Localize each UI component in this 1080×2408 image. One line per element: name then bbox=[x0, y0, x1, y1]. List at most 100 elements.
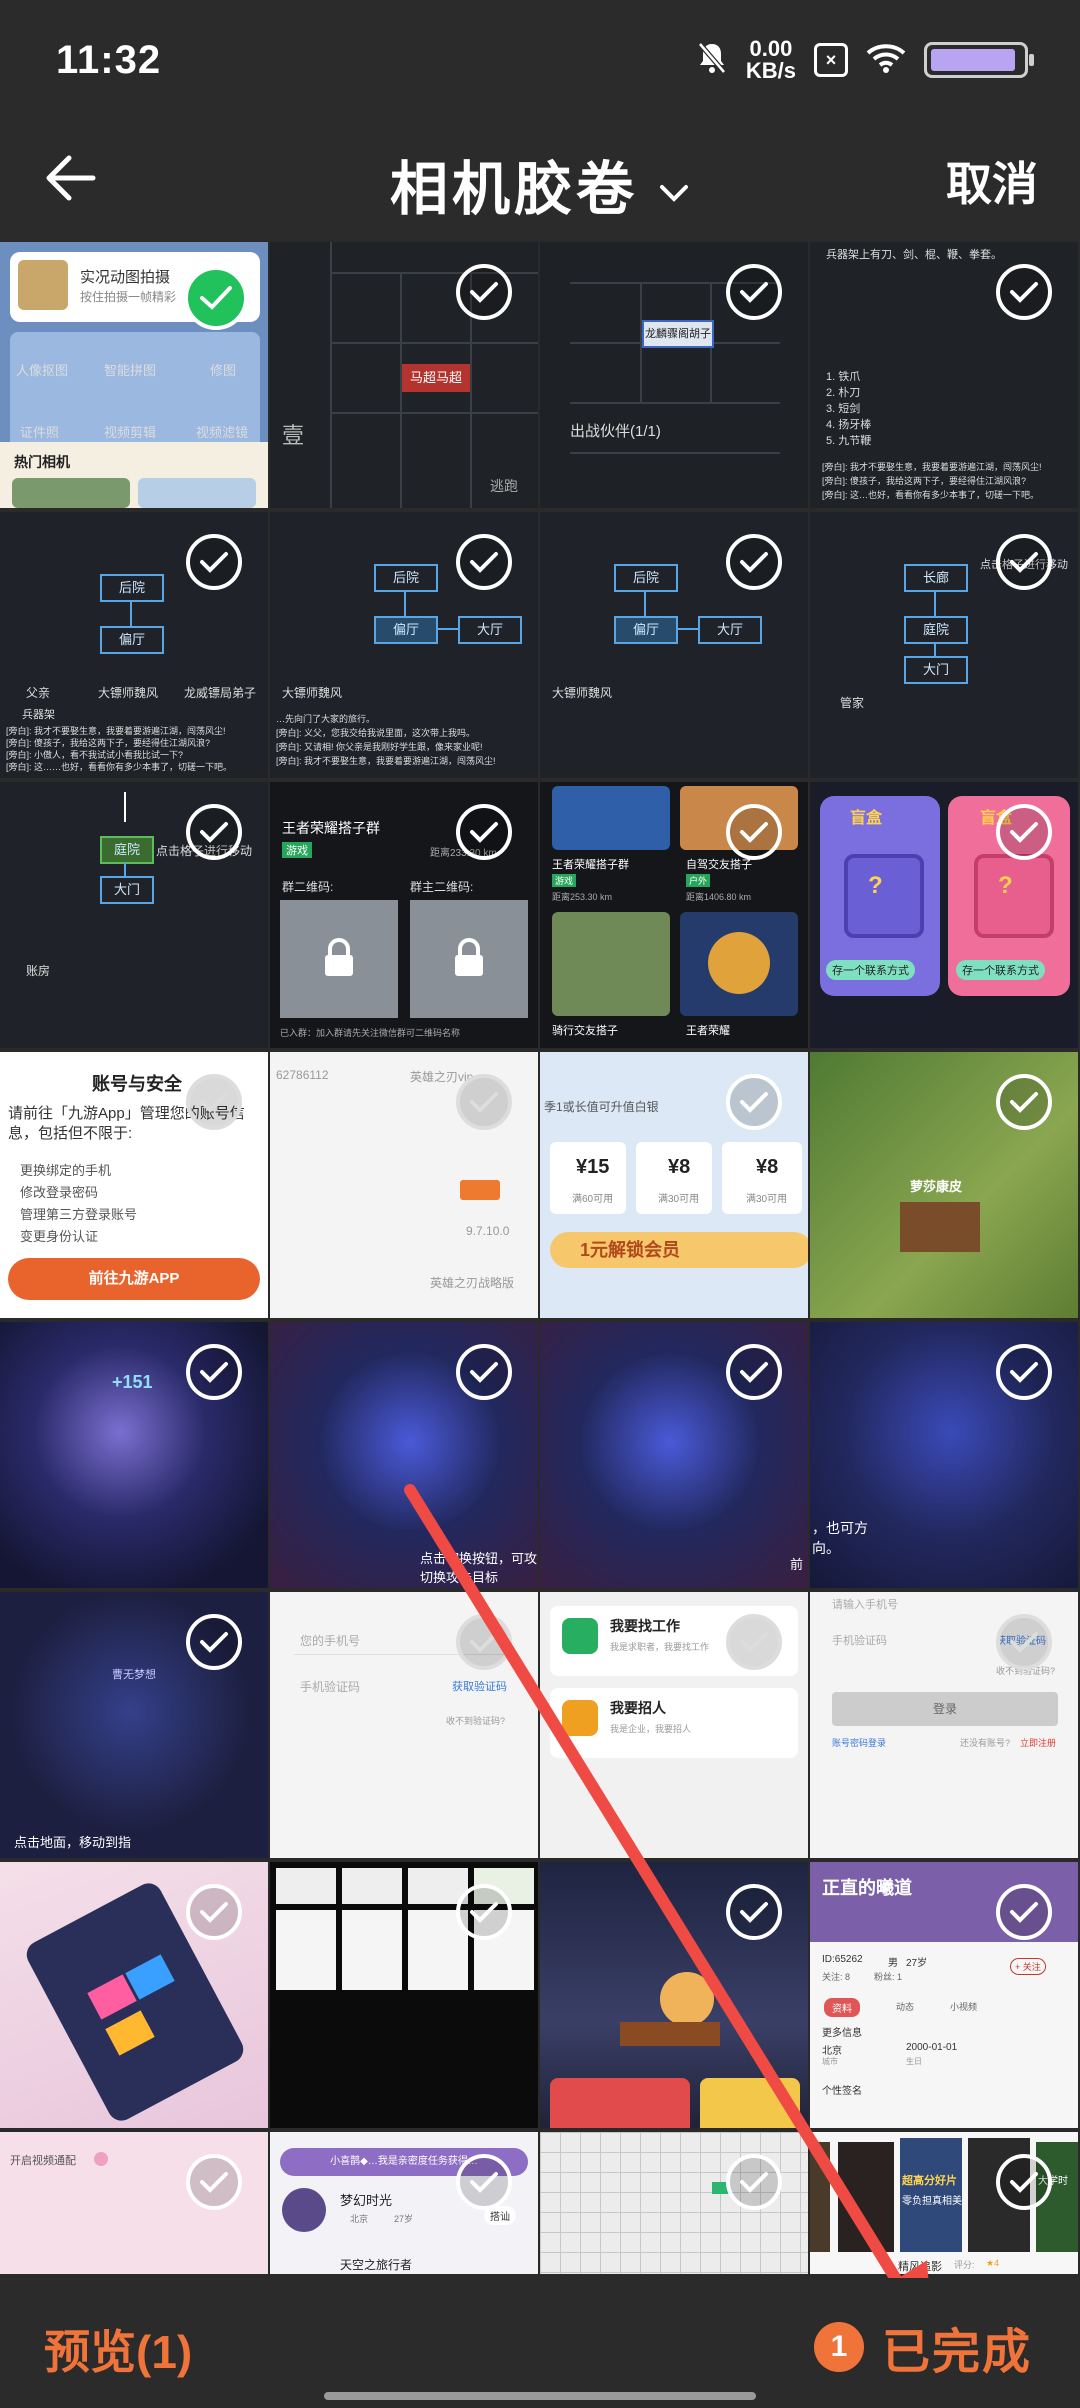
photo-thumbnail-12[interactable]: 盲盒 盲盒 ? ? 存一个联系方式 存一个联系方式 bbox=[810, 782, 1078, 1048]
thumb-text: 3. 短剑 bbox=[826, 403, 861, 415]
thumb-text: 大镖师魏风 bbox=[282, 686, 343, 700]
photo-thumbnail-5[interactable]: 后院 偏厅 父亲 大镖师魏风 龙威镖局弟子 兵器架 [旁白]: 我才不要娶生意，… bbox=[0, 512, 268, 778]
thumb-text: 骑行交友搭子 bbox=[552, 1025, 618, 1037]
photo-thumbnail-32[interactable]: 超高分好片 零负担真相美 大学时 精风追影 评分: ★4 bbox=[810, 2132, 1078, 2274]
selection-check-icon[interactable] bbox=[456, 1614, 512, 1670]
thumb-text: 评分: bbox=[954, 2260, 975, 2270]
thumb-text: 粉丝: 1 bbox=[874, 1972, 903, 1982]
selection-check-icon[interactable] bbox=[186, 1614, 242, 1670]
photo-thumbnail-31[interactable] bbox=[540, 2132, 808, 2274]
selection-check-icon[interactable] bbox=[456, 1344, 512, 1400]
selection-check-icon[interactable] bbox=[726, 1344, 782, 1400]
thumb-text: 开启视频通配 bbox=[10, 2155, 76, 2167]
photo-thumbnail-8[interactable]: 长廊 庭院 大门 点击格子进行移动 管家 bbox=[810, 512, 1078, 778]
selection-check-icon[interactable] bbox=[726, 2154, 782, 2210]
thumb-text: 群主二维码: bbox=[410, 880, 474, 894]
thumb-text: 手机验证码 bbox=[832, 1635, 887, 1647]
album-selector[interactable]: 相机胶卷 bbox=[0, 142, 1080, 226]
selection-check-icon[interactable] bbox=[996, 1884, 1052, 1940]
thumb-text: 4. 扬牙棒 bbox=[826, 419, 872, 431]
home-indicator[interactable] bbox=[324, 2392, 756, 2400]
photo-thumbnail-4[interactable]: 兵器架上有刀、剑、棍、鞭、拳套。 1. 铁爪 2. 朴刀 3. 短剑 4. 扬牙… bbox=[810, 242, 1078, 508]
thumb-text: + 关注 bbox=[1010, 1958, 1046, 1975]
selection-check-icon[interactable] bbox=[456, 804, 512, 860]
selection-check-icon[interactable] bbox=[186, 534, 242, 590]
selection-check-icon[interactable] bbox=[186, 2154, 242, 2210]
selection-check-icon[interactable] bbox=[996, 2154, 1052, 2210]
thumb-text: 您的手机号 bbox=[300, 1634, 361, 1648]
thumb-text: 27岁 bbox=[394, 2214, 414, 2224]
photo-thumbnail-27[interactable] bbox=[540, 1862, 808, 2128]
map-cell: 长廊 bbox=[904, 564, 968, 592]
photo-thumbnail-6[interactable]: 后院 偏厅 大厅 大镖师魏风 …先向门了大家的旅行。 [旁白]: 义父，您我交给… bbox=[270, 512, 538, 778]
thumb-text: [旁白]: 义父，您我交给我说里面，这次带上我吗。 bbox=[276, 728, 476, 738]
selection-check-icon[interactable] bbox=[456, 264, 512, 320]
photo-thumbnail-22[interactable]: 您的手机号 手机验证码 获取验证码 收不到验证码? bbox=[270, 1592, 538, 1858]
selection-check-icon[interactable] bbox=[726, 534, 782, 590]
thumb-text: 1元解锁会员 bbox=[550, 1232, 808, 1268]
photo-thumbnail-13[interactable]: 账号与安全 请前往「九游App」管理您的账号信息，包括但不限于: 更换绑定的手机… bbox=[0, 1052, 268, 1318]
thumb-text: [旁白]: 傻孩子，我给这两下子，要经得住江湖风浪? bbox=[822, 476, 1027, 486]
selection-check-icon[interactable] bbox=[996, 534, 1052, 590]
photo-thumbnail-28[interactable]: 正直的曦道 ID:65262 男 27岁 关注: 8 粉丝: 1 + 关注 资料… bbox=[810, 1862, 1078, 2128]
photo-thumbnail-14[interactable]: 62786112 英雄之刃vip 9.7.10.0 英雄之刃战略版 bbox=[270, 1052, 538, 1318]
preview-button[interactable]: 预览(1) bbox=[44, 2316, 192, 2382]
done-button-group[interactable]: 1 已完成 bbox=[813, 2312, 1032, 2382]
photo-thumbnail-30[interactable]: 小喜鹊◆…我是亲密度任务获得… 梦幻时光 北京 27岁 搭讪 天空之旅行者 bbox=[270, 2132, 538, 2274]
selection-check-icon[interactable] bbox=[186, 1884, 242, 1940]
photo-thumbnail-10[interactable]: 王者荣耀搭子群 游戏 距离233.30 km 群二维码: 群主二维码: 已入群：… bbox=[270, 782, 538, 1048]
photo-thumbnail-17[interactable]: +151 bbox=[0, 1322, 268, 1588]
lock-icon bbox=[322, 938, 356, 983]
selection-check-icon[interactable] bbox=[996, 1614, 1052, 1670]
thumb-text: 父亲 bbox=[26, 686, 51, 700]
photo-thumbnail-29[interactable]: 开启视频通配 bbox=[0, 2132, 268, 2274]
done-button[interactable]: 已完成 bbox=[882, 2312, 1032, 2382]
map-cell: 大门 bbox=[100, 876, 154, 904]
photo-thumbnail-7[interactable]: 后院 偏厅 大厅 大镖师魏风 bbox=[540, 512, 808, 778]
selection-check-icon[interactable] bbox=[456, 1074, 512, 1130]
thumb-text: …先向门了大家的旅行。 bbox=[276, 714, 376, 724]
selection-check-icon[interactable] bbox=[186, 804, 242, 860]
photo-thumbnail-18[interactable]: 点击切换按钮，可攻切换攻击目标 bbox=[270, 1322, 538, 1588]
photo-thumbnail-16[interactable]: 萝莎康皮 bbox=[810, 1052, 1078, 1318]
photo-thumbnail-3[interactable]: 龙麟骤阁胡子 出战伙伴(1/1) bbox=[540, 242, 808, 508]
photo-thumbnail-19[interactable]: 前 bbox=[540, 1322, 808, 1588]
selection-check-icon[interactable] bbox=[996, 264, 1052, 320]
cancel-button[interactable]: 取消 bbox=[946, 148, 1038, 214]
photo-thumbnail-9[interactable]: 庭院 大门 点击格子进行移动 账房 bbox=[0, 782, 268, 1048]
photo-thumbnail-2[interactable]: 马超马超 壹 逃跑 bbox=[270, 242, 538, 508]
thumb-text: 群二维码: bbox=[282, 880, 334, 894]
photo-thumbnail-23[interactable]: 我要找工作 我是求职者，我要找工作 我要招人 我是企业，我要招人 bbox=[540, 1592, 808, 1858]
selection-check-icon[interactable] bbox=[726, 264, 782, 320]
selection-check-icon[interactable] bbox=[186, 1344, 242, 1400]
thumb-text: 兵器架 bbox=[22, 709, 55, 721]
thumb-text: ¥8 bbox=[668, 1156, 691, 1178]
photo-thumbnail-25[interactable] bbox=[0, 1862, 268, 2128]
thumb-text: 1. 铁爪 bbox=[826, 371, 861, 383]
photo-thumbnail-21[interactable]: 曹无梦想 点击地面，移动到指 bbox=[0, 1592, 268, 1858]
selection-check-icon[interactable] bbox=[186, 1074, 242, 1130]
selection-check-icon[interactable] bbox=[184, 266, 248, 330]
photo-thumbnail-26[interactable] bbox=[270, 1862, 538, 2128]
selection-check-icon[interactable] bbox=[456, 534, 512, 590]
selection-check-icon[interactable] bbox=[996, 804, 1052, 860]
photo-thumbnail-11[interactable]: 王者荣耀搭子群 游戏 距离253.30 km 自驾交友搭子 户外 距离1406.… bbox=[540, 782, 808, 1048]
selection-check-icon[interactable] bbox=[726, 1614, 782, 1670]
selection-check-icon[interactable] bbox=[726, 804, 782, 860]
selection-check-icon[interactable] bbox=[456, 1884, 512, 1940]
thumb-text: [旁白]: 又请相! 你父亲是我刚好学生跟，像来家业呢! bbox=[276, 742, 483, 752]
photo-thumbnail-20[interactable]: ，也可方向。 bbox=[810, 1322, 1078, 1588]
photo-thumbnail-24[interactable]: 请输入手机号 手机验证码 获取验证码 收不到验证码? 登录 账号密码登录 还没有… bbox=[810, 1592, 1078, 1858]
thumb-text: 27岁 bbox=[906, 1958, 928, 1969]
thumb-text: 曹无梦想 bbox=[112, 1669, 156, 1681]
thumb-text: 2000-01-01 bbox=[906, 2042, 958, 2053]
selection-check-icon[interactable] bbox=[726, 1884, 782, 1940]
selection-check-icon[interactable] bbox=[456, 2154, 512, 2210]
photo-thumbnail-15[interactable]: 季1或长值可升值白银 ¥15 ¥8 ¥8 满60可用 满30可用 满30可用 1… bbox=[540, 1052, 808, 1318]
selection-check-icon[interactable] bbox=[726, 1074, 782, 1130]
selection-check-icon[interactable] bbox=[996, 1074, 1052, 1130]
bottom-bar: 预览(1) 1 已完成 bbox=[0, 2278, 1080, 2408]
photo-thumbnail-1[interactable]: 实况动图拍摄 按住拍摄一帧精彩 人像抠图 智能拼图 修图 证件照 视频剪辑 视频… bbox=[0, 242, 268, 508]
thumb-text: 距离253.30 km bbox=[552, 892, 613, 902]
selection-check-icon[interactable] bbox=[996, 1344, 1052, 1400]
